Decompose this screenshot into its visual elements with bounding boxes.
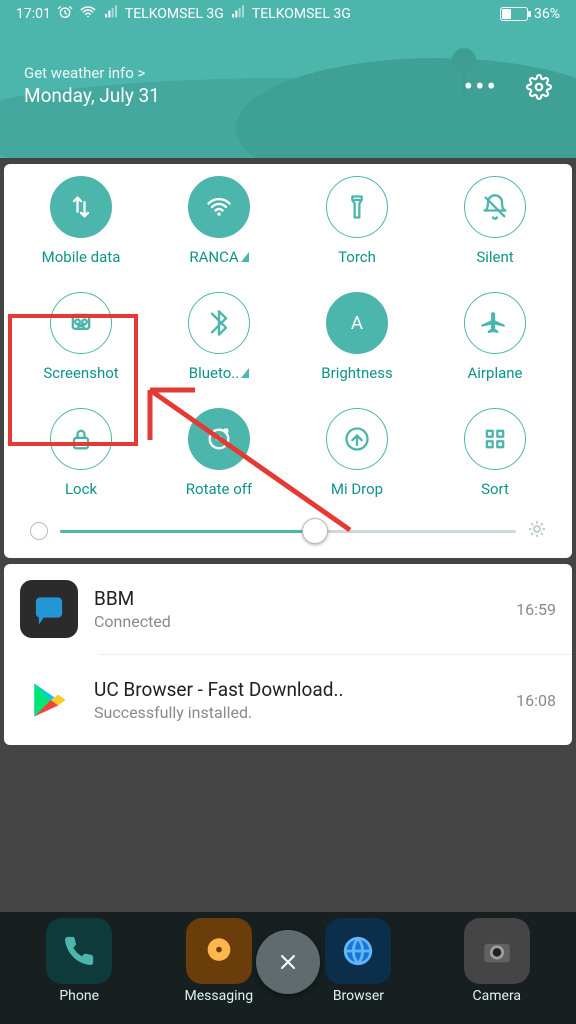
midrop-icon — [326, 408, 388, 470]
weather-prompt: Get weather info > — [24, 64, 160, 82]
qs-toggle-midrop[interactable]: Mi Drop — [288, 408, 426, 498]
dock-label: Camera — [473, 988, 522, 1004]
qs-toggle-swap-vert[interactable]: Mobile data — [12, 176, 150, 266]
qs-toggle-bluetooth[interactable]: Blueto.. — [150, 292, 288, 382]
airplane-icon — [464, 292, 526, 354]
brightness-slider[interactable] — [60, 530, 516, 533]
qs-label: Torch — [338, 248, 376, 266]
qs-toggle-rotate[interactable]: Rotate off — [150, 408, 288, 498]
wifi-icon — [79, 3, 97, 25]
qs-label: Brightness — [321, 364, 392, 382]
qs-toggle-wifi[interactable]: RANCA — [150, 176, 288, 266]
grid-icon — [464, 408, 526, 470]
notification-subtitle: Connected — [94, 612, 500, 631]
qs-label: Rotate off — [186, 480, 252, 498]
qs-label: Airplane — [468, 364, 523, 382]
more-icon[interactable]: ••• — [464, 78, 498, 96]
qs-toggle-bell-off[interactable]: Silent — [426, 176, 564, 266]
play-store-icon — [20, 671, 78, 729]
lock-icon — [50, 408, 112, 470]
swap-vert-icon — [50, 176, 112, 238]
rotate-icon — [188, 408, 250, 470]
date-text: Monday, July 31 — [24, 84, 160, 107]
svg-text:A: A — [351, 312, 363, 334]
status-carrier-2: TELKOMSEL 3G — [252, 6, 351, 22]
dock-label: Phone — [59, 988, 99, 1004]
qs-label: Mi Drop — [331, 480, 383, 498]
screenshot-icon — [50, 292, 112, 354]
status-time: 17:01 — [16, 6, 51, 22]
notification-time: 16:59 — [516, 600, 556, 619]
qs-toggle-brightness[interactable]: A Brightness — [288, 292, 426, 382]
qs-label: Sort — [481, 480, 509, 498]
notification-title: UC Browser - Fast Download.. — [94, 678, 500, 701]
qs-label: RANCA — [189, 248, 238, 266]
qs-label: Mobile data — [42, 248, 121, 266]
dock-label: Messaging — [185, 988, 254, 1004]
bbm-app-icon — [20, 580, 78, 638]
bell-off-icon — [464, 176, 526, 238]
settings-icon[interactable] — [526, 74, 552, 100]
status-bar: 17:01 TELKOMSEL 3G TELKOMSEL 3G 36% — [0, 0, 576, 28]
notification-item[interactable]: BBM Connected 16:59 — [4, 564, 572, 654]
dock-label: Browser — [333, 988, 384, 1004]
close-panel-button[interactable] — [256, 930, 320, 994]
qs-toggle-airplane[interactable]: Airplane — [426, 292, 564, 382]
signal-indicator-icon — [241, 252, 249, 262]
qs-toggle-flashlight[interactable]: Torch — [288, 176, 426, 266]
signal-indicator-icon — [241, 368, 249, 378]
qs-toggle-lock[interactable]: Lock — [12, 408, 150, 498]
brightness-icon: A — [326, 292, 388, 354]
qs-label: Silent — [476, 248, 513, 266]
notification-time: 16:08 — [516, 691, 556, 710]
bluetooth-icon — [188, 292, 250, 354]
dock-browser[interactable]: Browser — [325, 918, 391, 1004]
signal-icon-2 — [230, 4, 246, 24]
qs-toggle-screenshot[interactable]: Screenshot — [12, 292, 150, 382]
battery-icon — [500, 7, 528, 21]
qs-toggle-grid[interactable]: Sort — [426, 408, 564, 498]
wifi-icon — [188, 176, 250, 238]
notification-header: Get weather info > Monday, July 31 ••• — [0, 28, 576, 158]
dock-camera[interactable]: Camera — [464, 918, 530, 1004]
notification-item[interactable]: UC Browser - Fast Download.. Successfull… — [4, 655, 572, 745]
qs-label: Blueto.. — [189, 364, 239, 382]
flashlight-icon — [326, 176, 388, 238]
notification-title: BBM — [94, 587, 500, 610]
notification-list: BBM Connected 16:59 UC Browser - Fast Do… — [4, 564, 572, 745]
alarm-icon — [57, 4, 73, 24]
dock-phone[interactable]: Phone — [46, 918, 112, 1004]
weather-block[interactable]: Get weather info > Monday, July 31 — [24, 64, 160, 107]
signal-icon-1 — [103, 4, 119, 24]
qs-label: Lock — [65, 480, 97, 498]
qs-label: Screenshot — [43, 364, 118, 382]
brightness-high-icon — [528, 520, 546, 542]
status-carrier-1: TELKOMSEL 3G — [125, 6, 224, 22]
quick-settings-panel: Mobile data RANCA Torch Silent Screenshot Blu… — [4, 164, 572, 558]
brightness-low-icon — [30, 522, 48, 540]
battery-percent: 36% — [534, 6, 560, 22]
notification-subtitle: Successfully installed. — [94, 703, 500, 722]
dock-messaging[interactable]: Messaging — [185, 918, 254, 1004]
brightness-slider-row — [12, 498, 564, 544]
